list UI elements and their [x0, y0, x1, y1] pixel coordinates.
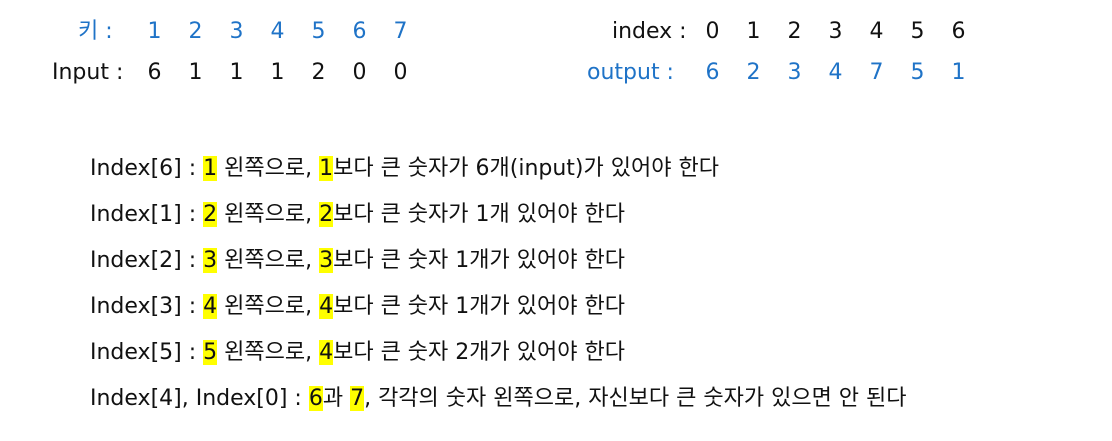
- line-prefix: Index[1] :: [90, 202, 204, 227]
- line-prefix: Index[5] :: [90, 340, 204, 365]
- highlighted-number: 7: [350, 386, 365, 411]
- explanation-line: Index[2] : 3 왼쪽으로, 3보다 큰 숫자 1개가 있어야 한다: [90, 246, 625, 276]
- key-row: 키 : 1 2 3 4 5 6 7: [78, 17, 421, 47]
- line-middle: 왼쪽으로,: [217, 294, 320, 319]
- key-value: 4: [270, 19, 285, 44]
- highlighted-number: 4: [203, 294, 218, 319]
- highlighted-number: 6: [308, 386, 323, 411]
- key-value: 6: [352, 19, 367, 44]
- line-prefix: Index[4], Index[0] :: [90, 386, 309, 411]
- key-value: 7: [393, 19, 408, 44]
- line-rest: 보다 큰 숫자 1개가 있어야 한다: [333, 248, 625, 273]
- line-prefix: Index[3] :: [90, 294, 204, 319]
- highlighted-number: 2: [319, 202, 334, 227]
- line-rest: , 각각의 숫자 왼쪽으로, 자신보다 큰 숫자가 있으면 안 된다: [364, 386, 907, 411]
- index-value: 5: [910, 19, 925, 44]
- index-value: 6: [951, 19, 966, 44]
- index-value: 4: [869, 19, 884, 44]
- explanation-line: Index[1] : 2 왼쪽으로, 2보다 큰 숫자가 1개 있어야 한다: [90, 200, 625, 230]
- input-value: 1: [229, 60, 244, 85]
- output-label: output :: [587, 60, 674, 85]
- explanation-line: Index[3] : 4 왼쪽으로, 4보다 큰 숫자 1개가 있어야 한다: [90, 292, 625, 322]
- line-rest: 보다 큰 숫자가 1개 있어야 한다: [333, 202, 625, 227]
- line-middle: 왼쪽으로,: [217, 202, 320, 227]
- input-value: 1: [188, 60, 203, 85]
- key-value: 1: [147, 19, 162, 44]
- output-value: 3: [787, 60, 802, 85]
- line-middle: 왼쪽으로,: [217, 248, 320, 273]
- highlighted-number: 2: [203, 202, 218, 227]
- line-rest: 보다 큰 숫자 2개가 있어야 한다: [333, 340, 625, 365]
- explanation-line: Index[5] : 5 왼쪽으로, 4보다 큰 숫자 2개가 있어야 한다: [90, 338, 625, 368]
- highlighted-number: 3: [203, 248, 218, 273]
- key-value: 3: [229, 19, 244, 44]
- index-value: 3: [828, 19, 843, 44]
- output-value: 2: [746, 60, 761, 85]
- index-value: 2: [787, 19, 802, 44]
- explanation-line: Index[6] : 1 왼쪽으로, 1보다 큰 숫자가 6개(input)가 …: [90, 154, 719, 184]
- input-label: Input :: [52, 60, 124, 85]
- highlighted-number: 1: [203, 156, 218, 181]
- input-value: 0: [352, 60, 367, 85]
- output-value: 1: [951, 60, 966, 85]
- line-prefix: Index[2] :: [90, 248, 204, 273]
- input-value: 1: [270, 60, 285, 85]
- index-row: index : 0 1 2 3 4 5 6: [612, 17, 979, 47]
- index-value: 0: [705, 19, 720, 44]
- key-value: 2: [188, 19, 203, 44]
- index-label: index :: [612, 19, 687, 44]
- highlighted-number: 4: [319, 294, 334, 319]
- highlighted-number: 5: [203, 340, 218, 365]
- key-label: 키 :: [78, 19, 113, 44]
- highlighted-number: 1: [319, 156, 334, 181]
- input-value: 2: [311, 60, 326, 85]
- input-value: 0: [393, 60, 408, 85]
- highlighted-number: 3: [319, 248, 334, 273]
- input-value: 6: [147, 60, 162, 85]
- output-value: 5: [910, 60, 925, 85]
- key-value: 5: [311, 19, 326, 44]
- explanation-line: Index[4], Index[0] : 6과 7, 각각의 숫자 왼쪽으로, …: [90, 384, 907, 414]
- input-row: Input : 6 1 1 1 2 0 0: [52, 58, 421, 88]
- line-middle: 왼쪽으로,: [217, 340, 320, 365]
- output-value: 4: [828, 60, 843, 85]
- index-value: 1: [746, 19, 761, 44]
- output-value: 7: [869, 60, 884, 85]
- line-prefix: Index[6] :: [90, 156, 204, 181]
- line-rest: 보다 큰 숫자 1개가 있어야 한다: [333, 294, 625, 319]
- output-row: output : 6 2 3 4 7 5 1: [587, 58, 979, 88]
- line-middle: 과: [322, 386, 351, 411]
- highlighted-number: 4: [319, 340, 334, 365]
- output-value: 6: [705, 60, 720, 85]
- line-rest: 보다 큰 숫자가 6개(input)가 있어야 한다: [333, 156, 719, 181]
- line-middle: 왼쪽으로,: [217, 156, 320, 181]
